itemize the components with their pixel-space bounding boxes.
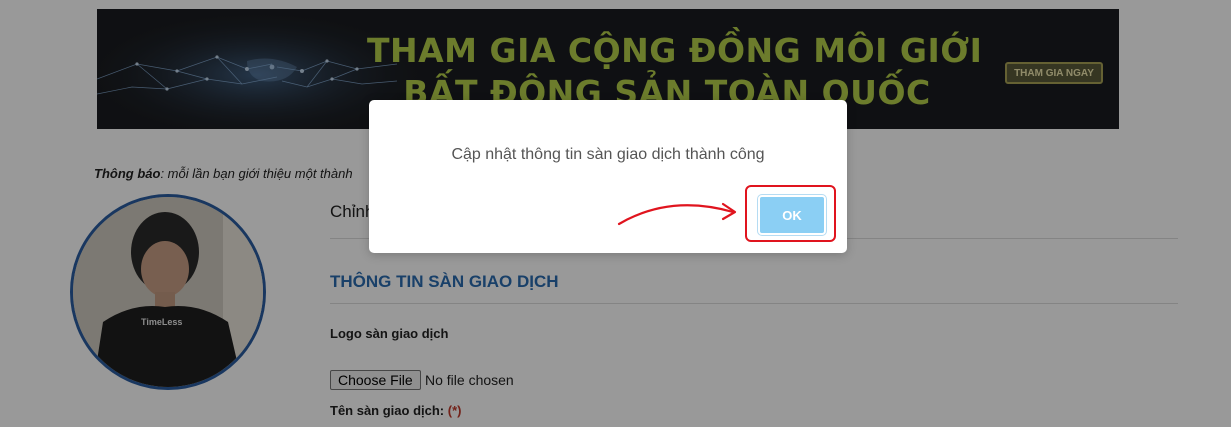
ok-button[interactable]: OK <box>758 195 826 235</box>
curved-arrow-icon <box>617 202 737 226</box>
success-dialog: Cập nhật thông tin sàn giao dịch thành c… <box>369 100 847 253</box>
dialog-message: Cập nhật thông tin sàn giao dịch thành c… <box>451 146 765 163</box>
